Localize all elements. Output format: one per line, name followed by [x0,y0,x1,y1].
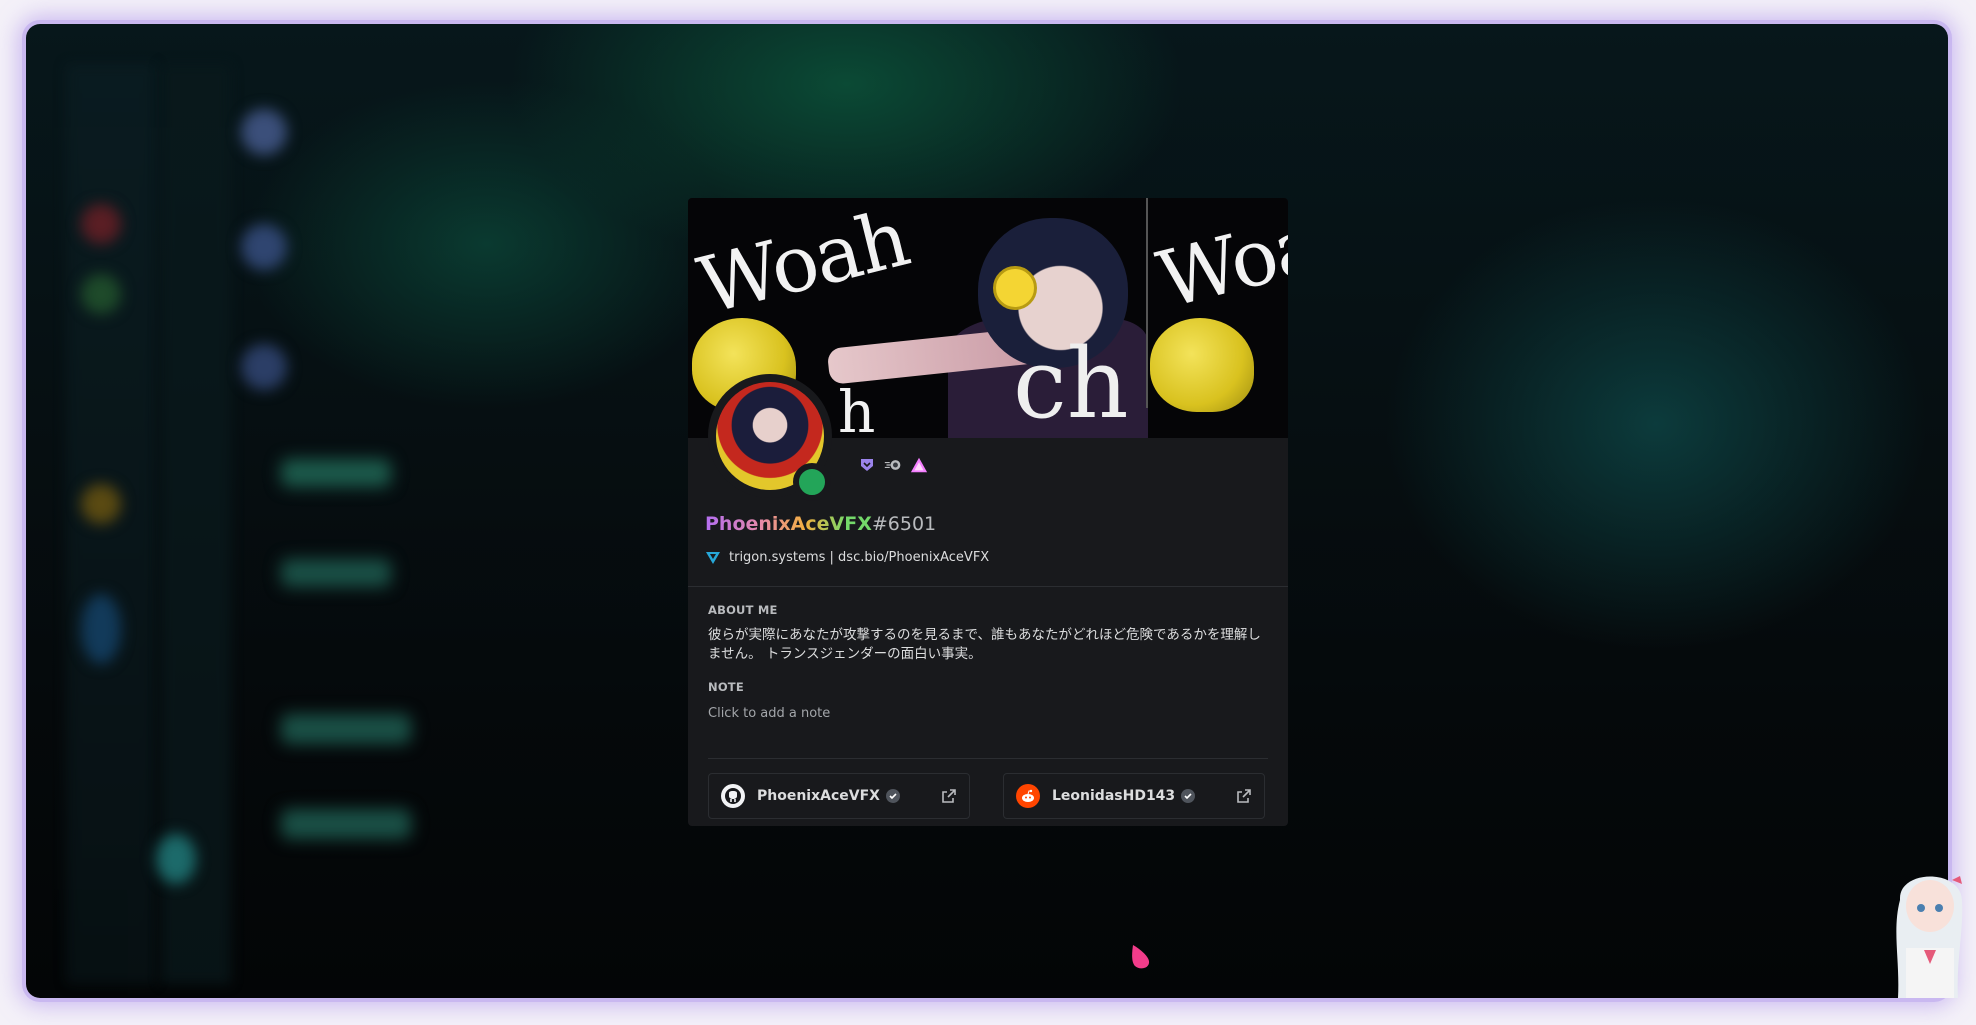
custom-status: trigon.systems | dsc.bio/PhoenixAceVFX [705,550,989,565]
github-icon [721,784,745,808]
about-me-text: 彼らが実際にあなたが攻撃するのを見るまで、誰もあなたがどれほど危険であるかを理解… [708,627,1261,662]
banner-text: Woa [1149,199,1288,327]
banner-figure [1150,318,1254,412]
header-divider [688,586,1288,587]
trigon-icon [706,551,720,564]
custom-status-text: trigon.systems | dsc.bio/PhoenixAceVFX [729,550,990,565]
username-text: PhoenixAceVFX [705,513,872,535]
connection-name: PhoenixAceVFX [757,788,880,804]
banner-text: Woah [690,198,917,333]
online-status-indicator [793,463,831,501]
anime-mascot-icon [1896,876,1963,998]
blurred-server-icon [81,484,121,524]
discriminator: #6501 [871,513,937,535]
banner-divider [1146,198,1148,408]
hypesquad-badge-icon[interactable] [858,456,876,474]
profile-username: PhoenixAceVFX#6501 [705,513,936,535]
note-heading: NOTE [708,680,744,694]
reddit-icon [1016,784,1040,808]
blurred-avatar [241,224,287,270]
blurred-message [281,809,411,839]
about-me-heading: ABOUT ME [708,603,778,617]
verified-check-icon [1181,789,1196,803]
blurred-message [281,559,391,587]
blurred-server-icon [156,834,196,884]
connection-github[interactable]: PhoenixAceVFX [708,773,970,819]
blurred-avatar [241,344,287,390]
connection-reddit[interactable]: LeonidasHD143 [1003,773,1265,819]
server-list-blurred [66,64,156,984]
banner-text: ch [1013,328,1129,438]
banner-text: h [838,378,875,438]
blurred-avatar [241,109,287,155]
note-input[interactable]: Click to add a note [708,706,830,721]
profile-badges [858,456,928,474]
verified-check-icon [885,789,900,803]
blurred-server-icon [81,204,121,244]
mouse-cursor-icon [1132,945,1150,969]
banner-figure [993,266,1037,310]
blurred-server-icon [81,274,121,314]
external-link-icon[interactable] [1236,788,1252,804]
blurred-server-icon [81,594,121,664]
triangle-badge-icon[interactable] [910,456,928,474]
connection-name: LeonidasHD143 [1052,788,1176,804]
user-profile-popout: Woah Woa ch h PhoenixAceVFX#6501 trigon.… [688,198,1288,826]
nitro-boost-badge-icon[interactable] [884,456,902,474]
blurred-message [281,459,391,487]
blurred-message [281,714,411,744]
connections-divider [708,758,1268,759]
external-link-icon[interactable] [941,788,957,804]
